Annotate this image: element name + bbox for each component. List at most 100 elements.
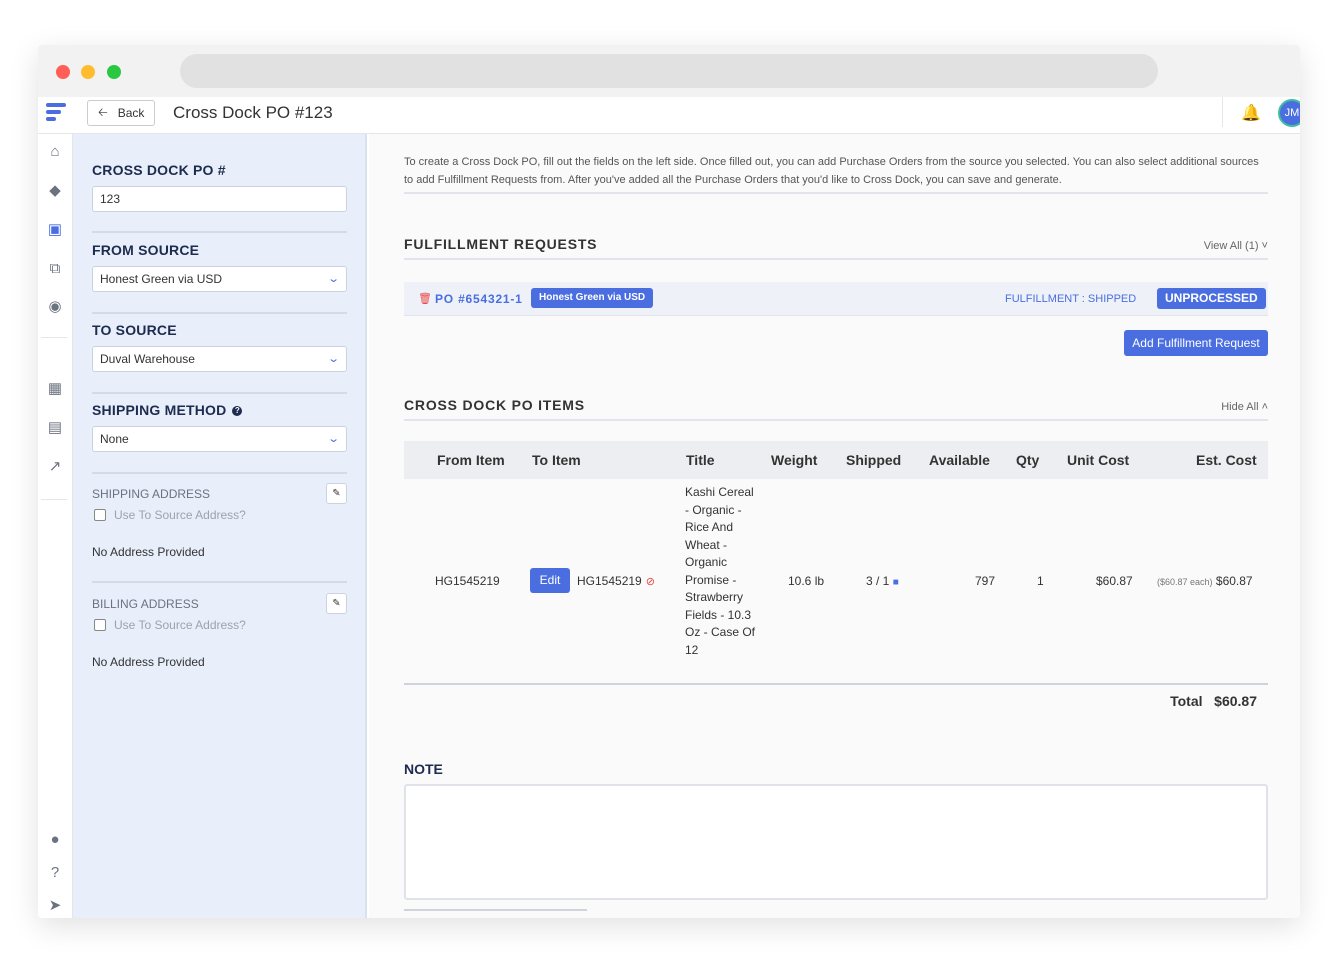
col-available: Available: [929, 452, 990, 468]
unit-cost-cell: $60.87: [1096, 574, 1133, 588]
copy-icon[interactable]: ⧉: [46, 260, 64, 278]
divider: [92, 312, 347, 314]
est-cost-cell: ($60.87 each) $60.87: [1157, 574, 1253, 588]
col-unit-cost: Unit Cost: [1067, 452, 1130, 468]
checkbox[interactable]: [94, 509, 106, 521]
rocket-icon[interactable]: ➤: [46, 897, 64, 915]
shipping-method-text: SHIPPING METHOD: [92, 402, 227, 418]
from-source-value: Honest Green via USD: [100, 272, 223, 286]
fulfillment-po-link[interactable]: PO #654321-1: [435, 292, 523, 306]
shipping-use-to-source-checkbox[interactable]: Use To Source Address?: [94, 508, 246, 522]
edit-billing-address-button[interactable]: ✎: [326, 593, 347, 614]
po-number-input[interactable]: 123: [92, 186, 347, 212]
maximize-window-button[interactable]: [107, 65, 121, 79]
edit-item-button[interactable]: Edit: [530, 568, 570, 593]
col-from-item: From Item: [437, 452, 505, 468]
note-textarea[interactable]: [404, 784, 1268, 900]
est-cost-value: $60.87: [1215, 574, 1253, 588]
pencil-icon: ✎: [332, 598, 341, 609]
divider: [404, 192, 1268, 194]
col-est-cost: Est. Cost: [1196, 452, 1257, 468]
col-to-item: To Item: [532, 452, 581, 468]
po-form-panel: CROSS DOCK PO # 123 FROM SOURCE Honest G…: [73, 134, 367, 918]
cart-icon[interactable]: ▤: [46, 419, 64, 437]
help-icon[interactable]: ?: [46, 864, 64, 882]
from-source-select[interactable]: Honest Green via USD ⌄: [92, 266, 347, 292]
minimize-window-button[interactable]: [81, 65, 95, 79]
chart-icon[interactable]: ↗: [46, 458, 64, 476]
checkbox[interactable]: [94, 619, 106, 631]
shipping-method-select[interactable]: None ⌄: [92, 426, 347, 452]
from-source-label: FROM SOURCE: [92, 242, 200, 258]
nav-divider: [41, 337, 67, 338]
col-weight: Weight: [771, 452, 818, 468]
billing-use-to-source-checkbox[interactable]: Use To Source Address?: [94, 618, 246, 632]
tag-icon[interactable]: ◆: [46, 182, 64, 200]
divider: [404, 419, 1268, 421]
home-icon[interactable]: ⌂: [46, 143, 64, 161]
fulfillment-status: FULFILLMENT : SHIPPED: [1005, 293, 1137, 305]
shipping-address-label: SHIPPING ADDRESS: [92, 487, 211, 501]
edit-shipping-address-button[interactable]: ✎: [326, 483, 347, 504]
to-item-cell: HG1545219 ⊘: [577, 574, 655, 588]
fulfillment-request-row: 🗑 PO #654321-1 Honest Green via USD FULF…: [404, 282, 1268, 316]
to-item-text: HG1545219: [577, 574, 642, 588]
arrow-left-icon: 🡠: [98, 104, 108, 119]
from-item-cell: HG1545219: [435, 574, 500, 588]
pencil-icon: ✎: [332, 488, 341, 499]
unlink-icon[interactable]: ⊘: [646, 576, 655, 588]
help-icon[interactable]: ?: [232, 406, 243, 417]
title-cell: Kashi Cereal - Organic - Rice And Wheat …: [685, 485, 756, 657]
browser-window: 🡠 Back Cross Dock PO #123 🔔 JM ⌂ ◆ ▣ ⧉ ◉…: [38, 45, 1300, 918]
back-button[interactable]: 🡠 Back: [87, 100, 155, 126]
intro-text: To create a Cross Dock PO, fill out the …: [404, 156, 1259, 186]
chevron-down-icon: ⌄: [326, 353, 340, 365]
browser-chrome: [38, 45, 1300, 97]
divider: [92, 472, 347, 474]
bell-icon[interactable]: 🔔: [1241, 103, 1261, 123]
chat-icon[interactable]: ●: [46, 831, 64, 849]
close-window-button[interactable]: [56, 65, 70, 79]
po-number-label: CROSS DOCK PO #: [92, 162, 226, 178]
avatar[interactable]: JM: [1278, 99, 1300, 127]
available-cell: 797: [975, 574, 996, 588]
app-logo-icon[interactable]: [46, 103, 66, 125]
hide-all-link[interactable]: Hide All ˄: [1221, 401, 1268, 413]
source-badge: Honest Green via USD: [531, 288, 654, 308]
col-qty: Qty: [1016, 452, 1040, 468]
shipped-text: 3 / 1: [866, 574, 890, 588]
page-title: Cross Dock PO #123: [173, 103, 333, 122]
shipping-method-value: None: [100, 432, 129, 446]
billing-address-label: BILLING ADDRESS: [92, 597, 199, 611]
building-icon[interactable]: ▦: [46, 380, 64, 398]
side-nav: ⌂ ◆ ▣ ⧉ ◉ ▦ ▤ ↗ ● ? ➤: [38, 134, 73, 918]
weight-cell: 10.6 lb: [788, 574, 825, 588]
divider: [404, 258, 1268, 260]
address-bar[interactable]: [180, 54, 1158, 88]
total-value: $60.87: [1214, 693, 1257, 709]
divider: [92, 581, 347, 583]
back-label: Back: [117, 106, 145, 120]
unprocessed-badge: UNPROCESSED: [1157, 288, 1266, 309]
to-source-value: Duval Warehouse: [100, 352, 195, 366]
chevron-down-icon: ⌄: [326, 273, 340, 285]
cross-dock-items-title: CROSS DOCK PO ITEMS: [404, 397, 585, 413]
each-cost: ($60.87 each): [1157, 577, 1213, 587]
col-shipped: Shipped: [846, 452, 902, 468]
qty-cell: 1: [1037, 574, 1044, 588]
add-fulfillment-request-button[interactable]: Add Fulfillment Request: [1124, 330, 1268, 356]
nav-divider: [41, 499, 67, 500]
view-all-link[interactable]: View All (1) ˅: [1204, 240, 1268, 252]
top-bar: 🡠 Back Cross Dock PO #123 🔔 JM: [38, 97, 1300, 134]
users-icon[interactable]: ◉: [46, 298, 64, 316]
to-source-select[interactable]: Duval Warehouse ⌄: [92, 346, 347, 372]
truck-icon[interactable]: ■: [893, 577, 899, 588]
main-content: To create a Cross Dock PO, fill out the …: [369, 134, 1300, 918]
billing-no-address: No Address Provided: [92, 655, 205, 669]
checkbox-label: Use To Source Address?: [114, 508, 246, 522]
shipping-no-address: No Address Provided: [92, 545, 205, 559]
divider: [1222, 97, 1223, 127]
shipped-cell: 3 / 1 ■: [866, 574, 899, 588]
inbox-icon[interactable]: ▣: [46, 221, 64, 239]
trash-icon[interactable]: 🗑: [418, 292, 432, 305]
